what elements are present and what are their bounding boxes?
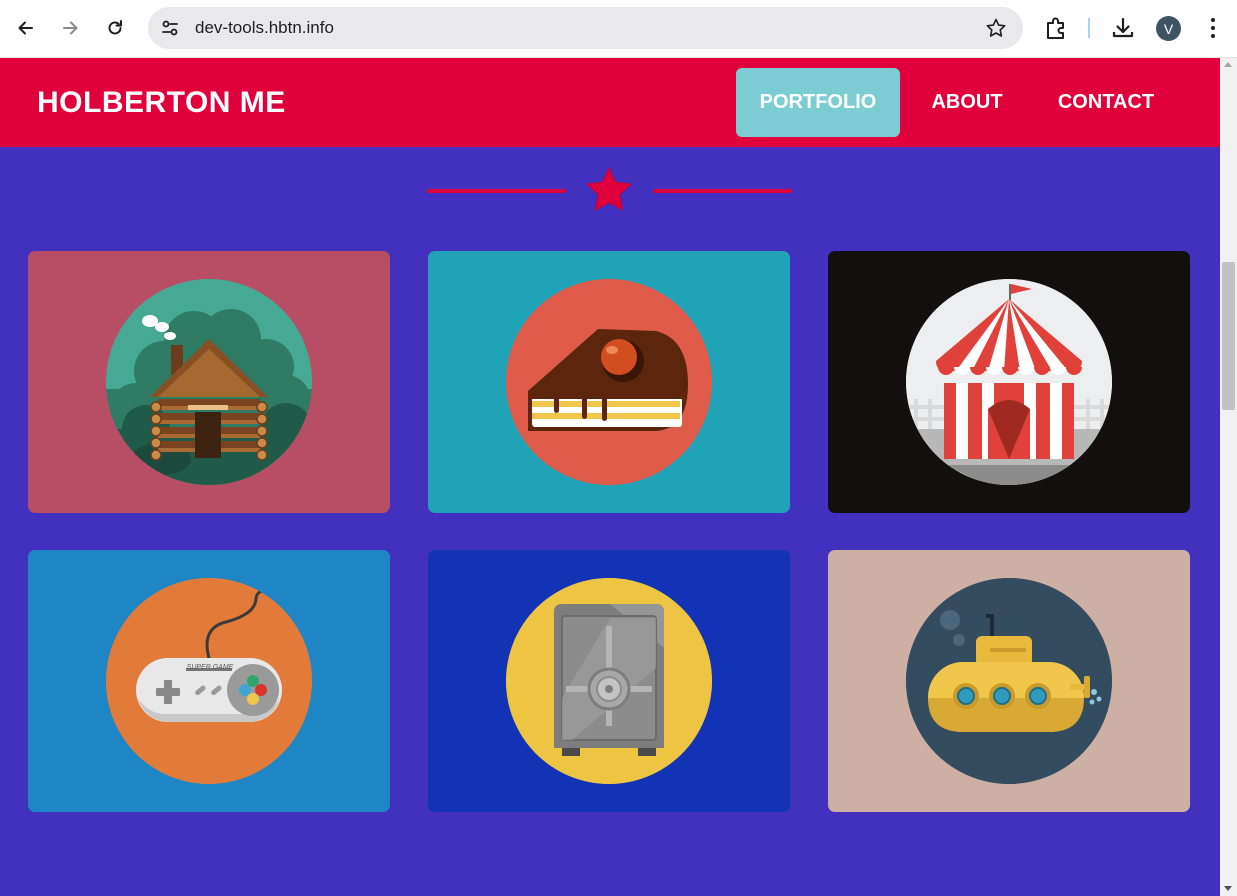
download-icon[interactable] (1108, 13, 1138, 43)
reload-button[interactable] (98, 11, 132, 45)
portfolio-card-submarine[interactable] (828, 550, 1190, 812)
nav-portfolio[interactable]: PORTFOLIO (736, 68, 900, 137)
controller-label: SUPER GAME (187, 664, 234, 671)
scroll-up-arrow-icon[interactable] (1224, 62, 1232, 67)
url-text[interactable]: dev-tools.hbtn.info (195, 18, 334, 38)
safe-icon (506, 578, 712, 784)
site-header: HOLBERTON ME PORTFOLIO ABOUT CONTACT (0, 58, 1220, 147)
scrollbar-thumb[interactable] (1222, 262, 1235, 410)
site-settings-icon[interactable] (158, 17, 182, 39)
game-controller-icon: SUPER GAME (106, 578, 312, 784)
portfolio-card-controller[interactable]: SUPER GAME (28, 550, 390, 812)
section-divider-left (427, 189, 566, 193)
reload-icon (108, 20, 122, 35)
portfolio-card-circus[interactable] (828, 251, 1190, 513)
forward-arrow-icon (63, 21, 78, 35)
star-icon (585, 166, 633, 211)
portfolio-card-cake[interactable] (428, 251, 790, 513)
browser-toolbar: dev-tools.hbtn.info V (0, 0, 1237, 58)
scroll-down-arrow-icon[interactable] (1224, 886, 1232, 891)
log-cabin-icon (106, 279, 312, 485)
section-divider-right (653, 189, 792, 193)
forward-button[interactable] (53, 11, 87, 45)
page-scrollbar[interactable] (1220, 58, 1237, 896)
nav-contact[interactable]: CONTACT (1036, 68, 1176, 137)
site-brand[interactable]: HOLBERTON ME (37, 86, 286, 120)
profile-avatar[interactable]: V (1156, 16, 1181, 41)
toolbar-divider (1088, 18, 1090, 38)
circus-tent-icon (906, 279, 1112, 485)
back-arrow-icon (18, 21, 33, 35)
page-viewport: HOLBERTON ME PORTFOLIO ABOUT CONTACT SUP… (0, 58, 1220, 896)
bookmark-star-icon[interactable] (985, 17, 1007, 39)
submarine-icon (906, 578, 1112, 784)
portfolio-card-cabin[interactable] (28, 251, 390, 513)
more-menu-icon[interactable] (1201, 13, 1225, 43)
portfolio-card-safe[interactable] (428, 550, 790, 812)
address-bar[interactable]: dev-tools.hbtn.info (148, 7, 1023, 49)
cake-slice-icon (506, 279, 712, 485)
extensions-icon[interactable] (1041, 13, 1071, 43)
back-button[interactable] (9, 11, 43, 45)
nav-about[interactable]: ABOUT (910, 68, 1024, 137)
